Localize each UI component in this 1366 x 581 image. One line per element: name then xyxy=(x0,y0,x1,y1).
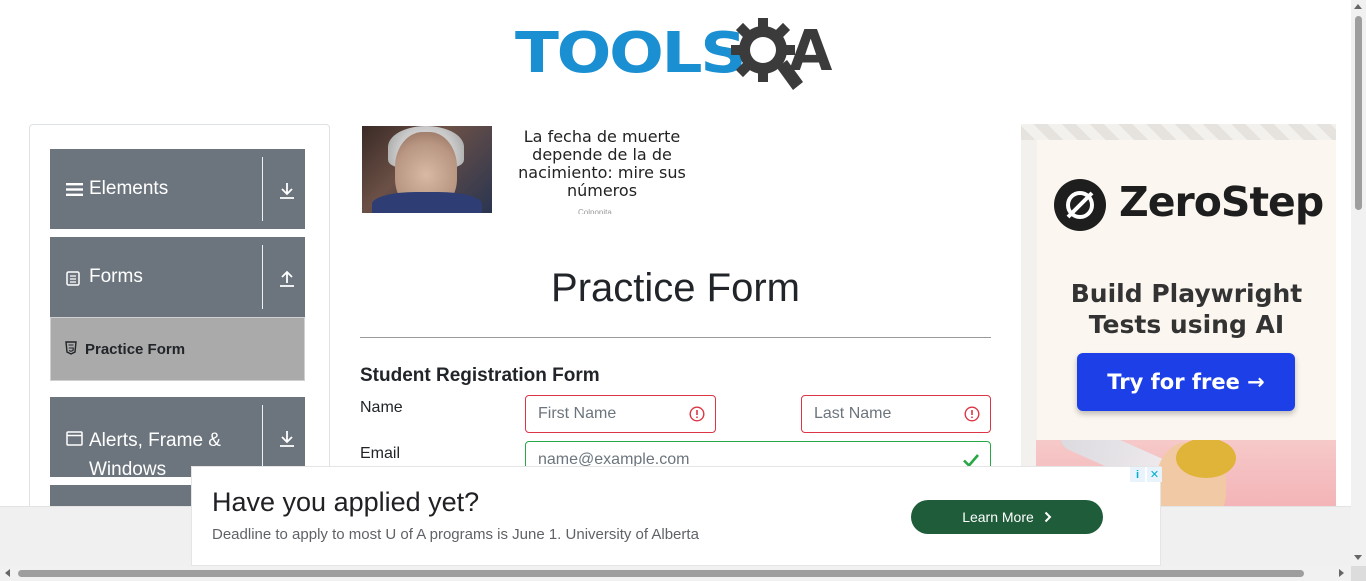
document-icon xyxy=(66,271,80,286)
zerostep-tagline-line1: Build Playwright xyxy=(1070,279,1303,308)
upload-arrow-icon[interactable] xyxy=(278,270,296,288)
zerostep-tagline: Build Playwright Tests using AI xyxy=(1037,278,1336,340)
ad-source: Colpopita xyxy=(578,208,612,214)
sidebar-item-practice-form[interactable]: Practice Form xyxy=(50,317,305,381)
form-heading: Student Registration Form xyxy=(360,365,600,386)
scroll-right-arrow-icon[interactable] xyxy=(1339,569,1344,577)
ad-headline[interactable]: La fecha de muerte depende de la de naci… xyxy=(512,128,692,200)
chevron-right-icon xyxy=(1044,511,1052,523)
last-name-input[interactable]: Last Name xyxy=(801,395,991,433)
zerostep-ad-card[interactable]: ZeroStep Build Playwright Tests using AI… xyxy=(1037,140,1336,440)
scrollbar-corner xyxy=(1351,566,1366,581)
scroll-down-arrow-icon[interactable] xyxy=(1354,555,1362,560)
ad-image-scarf xyxy=(372,192,482,213)
sidebar-group-label: Elements xyxy=(89,178,169,199)
error-icon xyxy=(689,406,705,422)
banner-subtitle: Deadline to apply to most U of A program… xyxy=(212,526,699,543)
scroll-left-arrow-icon[interactable] xyxy=(5,569,10,577)
adchoices-info-icon[interactable]: i xyxy=(1130,467,1145,482)
email-label: Email xyxy=(360,445,401,462)
logo-text: TOOLS xyxy=(515,21,747,86)
first-name-input[interactable]: First Name xyxy=(525,395,716,433)
adchoices[interactable]: i ✕ xyxy=(1130,467,1162,482)
title-divider xyxy=(360,337,991,338)
ad-image-head-hair xyxy=(1176,440,1236,478)
sidebar-group-alerts-frame-windows[interactable]: Alerts, Frame & Windows xyxy=(50,397,305,480)
divider xyxy=(262,405,263,469)
banner-title: Have you applied yet? xyxy=(212,487,480,517)
divider xyxy=(262,245,263,309)
horizontal-scroll-thumb[interactable] xyxy=(18,570,1304,577)
toolsqa-logo[interactable]: TOOLS A xyxy=(515,16,840,92)
page-title: Practice Form xyxy=(551,266,800,310)
download-arrow-icon[interactable] xyxy=(278,430,296,448)
first-name-placeholder: First Name xyxy=(538,405,617,422)
last-name-placeholder: Last Name xyxy=(814,405,892,422)
name-label: Name xyxy=(360,399,403,416)
window-icon xyxy=(66,431,83,446)
zerostep-brand: ZeroStep xyxy=(1119,178,1324,226)
ad-pattern xyxy=(1021,124,1336,140)
scroll-up-arrow-icon[interactable] xyxy=(1354,4,1362,9)
error-icon xyxy=(964,406,980,422)
zerostep-logo-icon xyxy=(1054,179,1106,231)
download-arrow-icon[interactable] xyxy=(278,182,296,200)
html5-icon xyxy=(65,341,77,355)
sidebar-group-forms[interactable]: Forms xyxy=(50,237,305,317)
divider xyxy=(262,157,263,221)
close-icon[interactable]: ✕ xyxy=(1147,467,1162,482)
zerostep-tagline-line2: Tests using AI xyxy=(1088,310,1285,339)
vertical-scroll-thumb[interactable] xyxy=(1355,16,1362,210)
try-for-free-button[interactable]: Try for free → xyxy=(1077,353,1295,411)
ad-image-elderly-woman[interactable] xyxy=(362,126,492,213)
learn-more-button[interactable]: Learn More xyxy=(911,500,1103,534)
logo-letter-a: A xyxy=(789,19,833,84)
learn-more-label: Learn More xyxy=(962,509,1034,525)
hamburger-icon xyxy=(66,183,83,196)
bottom-banner-ad[interactable]: Have you applied yet? Deadline to apply … xyxy=(191,466,1162,566)
sidebar-item-label: Practice Form xyxy=(85,341,186,358)
vertical-scrollbar[interactable] xyxy=(1351,0,1366,566)
horizontal-scrollbar[interactable] xyxy=(0,566,1351,581)
sidebar-group-label: Forms xyxy=(89,266,143,287)
sidebar-group-elements[interactable]: Elements xyxy=(50,149,305,229)
